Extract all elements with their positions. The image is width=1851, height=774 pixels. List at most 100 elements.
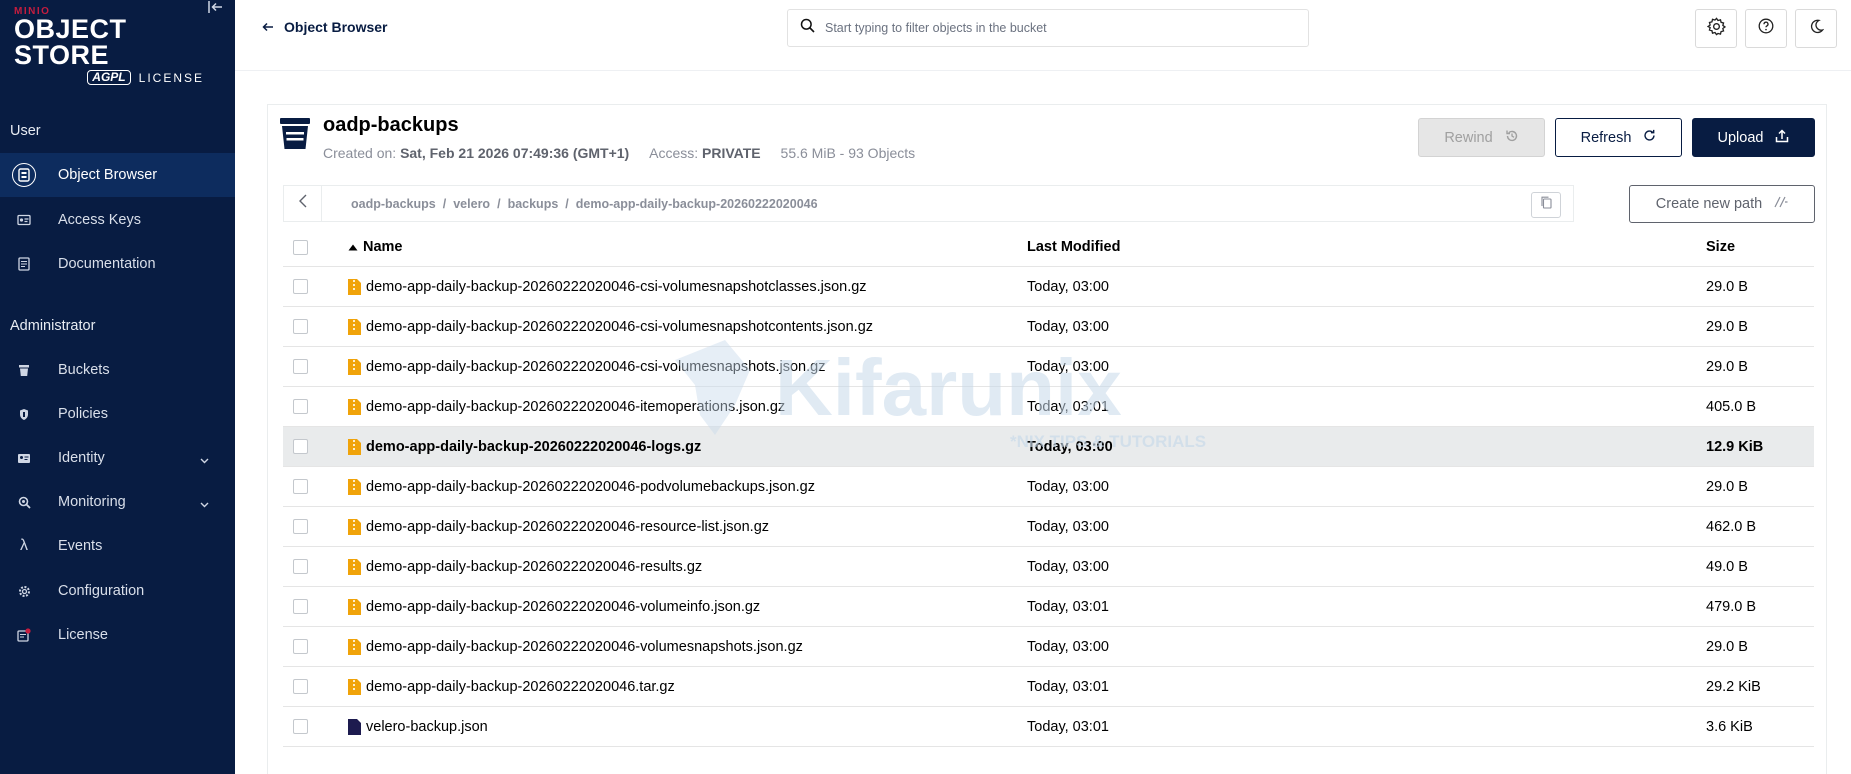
row-checkbox[interactable] <box>293 719 308 734</box>
table-row[interactable]: demo-app-daily-backup-20260222020046-csi… <box>283 267 1814 307</box>
row-name[interactable]: demo-app-daily-backup-20260222020046-csi… <box>366 279 867 295</box>
table-row[interactable]: demo-app-daily-backup-20260222020046-vol… <box>283 587 1814 627</box>
row-checkbox[interactable] <box>293 279 308 294</box>
row-checkbox[interactable] <box>293 519 308 534</box>
sidebar-item-events[interactable]: λ Events <box>0 524 235 568</box>
table-row[interactable]: demo-app-daily-backup-20260222020046-log… <box>283 427 1814 467</box>
row-last-modified: Today, 03:00 <box>1027 278 1109 295</box>
row-checkbox[interactable] <box>293 679 308 694</box>
breadcrumb-separator: / <box>565 196 569 211</box>
breadcrumb-item[interactable]: oadp-backups <box>351 197 436 211</box>
object-filter-search[interactable] <box>787 9 1309 47</box>
table-row[interactable]: demo-app-daily-backup-20260222020046-res… <box>283 507 1814 547</box>
create-new-path-button[interactable]: Create new path <box>1629 185 1815 223</box>
collapse-sidebar-icon[interactable] <box>208 0 226 16</box>
chevron-down-icon[interactable] <box>200 496 209 512</box>
sidebar-section-administrator: Administrator <box>10 318 96 334</box>
sidebar-item-configuration[interactable]: Configuration <box>0 569 235 613</box>
table-row[interactable]: demo-app-daily-backup-20260222020046-ite… <box>283 387 1814 427</box>
bucket-icon <box>280 118 312 152</box>
archive-file-icon <box>348 278 361 295</box>
bucket-meta: Created on: Sat, Feb 21 2026 07:49:36 (G… <box>323 145 915 161</box>
sidebar-item-monitoring[interactable]: Monitoring <box>0 480 235 524</box>
search-input[interactable] <box>825 21 1285 35</box>
row-last-modified: Today, 03:01 <box>1027 398 1109 415</box>
sidebar-item-label: License <box>58 627 108 643</box>
document-icon <box>12 252 36 276</box>
history-icon <box>1505 129 1519 147</box>
row-name[interactable]: demo-app-daily-backup-20260222020046.tar… <box>366 679 675 695</box>
settings-button[interactable] <box>1695 9 1737 48</box>
sidebar-item-label: Monitoring <box>58 494 126 510</box>
table-header: Name Last Modified Size <box>283 228 1814 267</box>
file-icon <box>348 718 361 735</box>
table-row[interactable]: demo-app-daily-backup-20260222020046-pod… <box>283 467 1814 507</box>
row-name[interactable]: velero-backup.json <box>366 719 488 735</box>
table-row[interactable]: demo-app-daily-backup-20260222020046-res… <box>283 547 1814 587</box>
column-header-last-modified[interactable]: Last Modified <box>1027 228 1120 266</box>
sidebar-item-policies[interactable]: Policies <box>0 392 235 436</box>
sidebar-item-label: Documentation <box>58 256 156 272</box>
row-name[interactable]: demo-app-daily-backup-20260222020046-res… <box>366 559 702 575</box>
breadcrumb-item[interactable]: demo-app-daily-backup-20260222020046 <box>576 197 818 211</box>
sidebar-item-access-keys[interactable]: Access Keys <box>0 198 235 242</box>
breadcrumb-item[interactable]: backups <box>508 197 559 211</box>
select-all-checkbox[interactable] <box>293 239 308 255</box>
dark-mode-toggle[interactable] <box>1795 9 1837 48</box>
archive-file-icon <box>348 398 361 415</box>
row-checkbox[interactable] <box>293 359 308 374</box>
row-checkbox[interactable] <box>293 319 308 334</box>
row-name[interactable]: demo-app-daily-backup-20260222020046-log… <box>366 439 701 455</box>
row-size: 29.0 B <box>1706 278 1748 295</box>
breadcrumb-item[interactable]: velero <box>453 197 490 211</box>
row-last-modified: Today, 03:00 <box>1027 358 1109 375</box>
copy-path-button[interactable] <box>1531 192 1561 218</box>
row-checkbox[interactable] <box>293 399 308 414</box>
refresh-button[interactable]: Refresh <box>1555 118 1682 157</box>
rewind-label: Rewind <box>1444 129 1493 146</box>
sidebar-item-documentation[interactable]: Documentation <box>0 242 235 286</box>
archive-file-icon <box>348 318 361 335</box>
copy-icon <box>1540 196 1552 214</box>
archive-file-icon <box>348 518 361 535</box>
chevron-down-icon[interactable] <box>200 452 209 468</box>
row-checkbox[interactable] <box>293 479 308 494</box>
sidebar-item-buckets[interactable]: Buckets <box>0 348 235 392</box>
row-last-modified: Today, 03:01 <box>1027 678 1109 695</box>
gear-icon <box>1706 16 1726 41</box>
rewind-button[interactable]: Rewind <box>1418 118 1545 157</box>
row-checkbox[interactable] <box>293 439 308 454</box>
sidebar-item-identity[interactable]: Identity <box>0 436 235 480</box>
help-button[interactable] <box>1745 9 1787 48</box>
row-name[interactable]: demo-app-daily-backup-20260222020046-csi… <box>366 359 825 375</box>
row-name[interactable]: demo-app-daily-backup-20260222020046-pod… <box>366 479 815 495</box>
table-row[interactable]: demo-app-daily-backup-20260222020046-vol… <box>283 627 1814 667</box>
table-row[interactable]: velero-backup.json Today, 03:01 3.6 KiB <box>283 707 1814 747</box>
row-size: 29.0 B <box>1706 478 1748 495</box>
row-checkbox[interactable] <box>293 599 308 614</box>
row-name[interactable]: demo-app-daily-backup-20260222020046-res… <box>366 519 769 535</box>
column-header-name[interactable]: Name <box>348 228 403 266</box>
row-name[interactable]: demo-app-daily-backup-20260222020046-vol… <box>366 599 760 615</box>
row-size: 12.9 KiB <box>1706 438 1764 455</box>
row-name[interactable]: demo-app-daily-backup-20260222020046-vol… <box>366 639 803 655</box>
row-checkbox[interactable] <box>293 639 308 654</box>
sidebar-item-label: Configuration <box>58 583 145 599</box>
breadcrumb-back-button[interactable] <box>284 186 322 221</box>
row-size: 405.0 B <box>1706 398 1756 415</box>
id-card-icon <box>12 446 36 470</box>
back-to-object-browser[interactable]: Object Browser <box>262 19 387 35</box>
table-row[interactable]: demo-app-daily-backup-20260222020046-csi… <box>283 347 1814 387</box>
upload-button[interactable]: Upload <box>1692 118 1815 157</box>
row-checkbox[interactable] <box>293 559 308 574</box>
row-name[interactable]: demo-app-daily-backup-20260222020046-ite… <box>366 399 785 415</box>
lambda-icon: λ <box>20 537 28 554</box>
sidebar-item-object-browser[interactable]: Object Browser <box>0 153 235 197</box>
table-row[interactable]: demo-app-daily-backup-20260222020046.tar… <box>283 667 1814 707</box>
column-header-size[interactable]: Size <box>1706 228 1735 266</box>
table-row[interactable]: demo-app-daily-backup-20260222020046-csi… <box>283 307 1814 347</box>
row-name[interactable]: demo-app-daily-backup-20260222020046-csi… <box>366 319 873 335</box>
sidebar-item-license[interactable]: License <box>0 613 235 657</box>
header-divider <box>235 70 1851 71</box>
arrow-left-icon <box>262 19 274 35</box>
